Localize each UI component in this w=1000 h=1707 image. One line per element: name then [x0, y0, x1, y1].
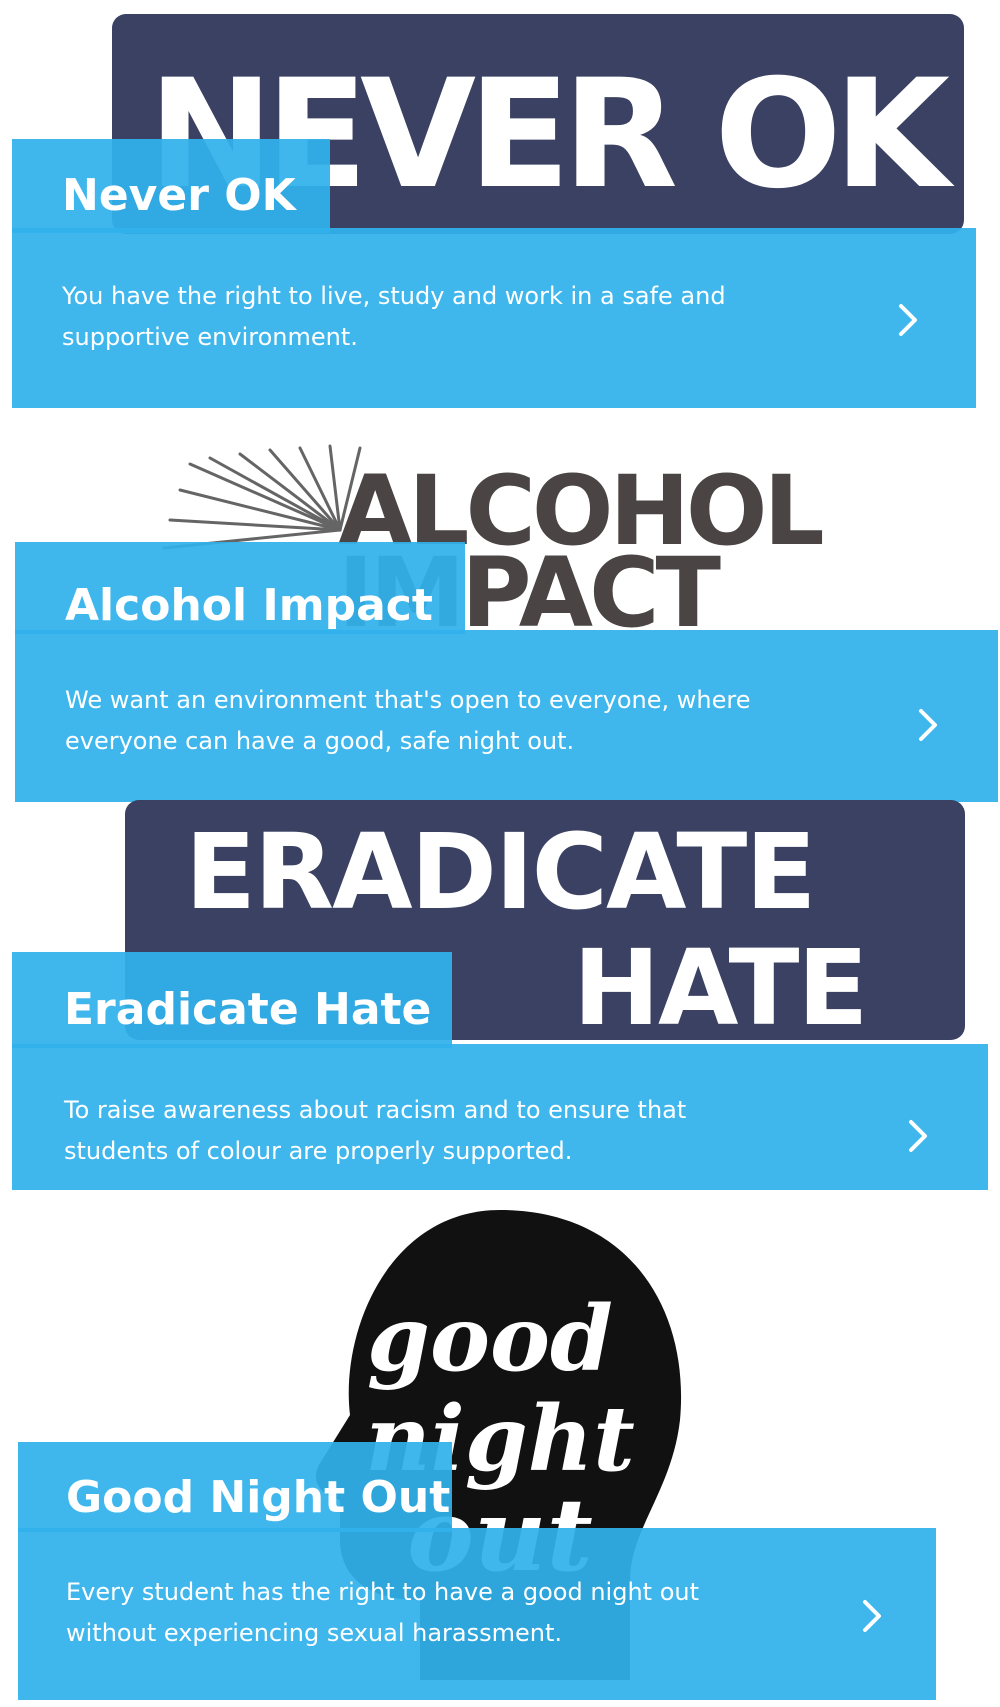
good-night-out-chevron-right-icon[interactable]: [842, 1586, 902, 1646]
eradicate-logo-line1: ERADICATE: [185, 811, 814, 933]
campaign-card-alcohol-impact[interactable]: ALCOHOL IMPACT Alcohol Impact We want an…: [0, 420, 1000, 802]
never-ok-description: You have the right to live, study and wo…: [62, 282, 726, 351]
never-ok-title[interactable]: Never OK: [62, 170, 296, 221]
campaign-card-eradicate-hate[interactable]: ERADICATE HATE Eradicate Hate To raise a…: [0, 800, 1000, 1200]
alcohol-impact-description: We want an environment that's open to ev…: [65, 686, 751, 755]
campaign-card-never-ok[interactable]: NEVER OK Never OK You have the right to …: [0, 0, 1000, 420]
alcohol-impact-chevron-right-icon[interactable]: [898, 695, 958, 755]
eradicate-hate-chevron-right-icon[interactable]: [888, 1106, 948, 1166]
good-night-out-title[interactable]: Good Night Out: [66, 1472, 450, 1523]
eradicate-hate-title[interactable]: Eradicate Hate: [64, 984, 431, 1035]
gno-logo-line1: good: [367, 1286, 613, 1392]
alcohol-impact-title[interactable]: Alcohol Impact: [65, 580, 433, 631]
never-ok-chevron-right-icon[interactable]: [878, 290, 938, 350]
eradicate-hate-description: To raise awareness about racism and to e…: [64, 1096, 687, 1165]
eradicate-logo-line2: HATE: [573, 927, 866, 1040]
campaign-card-good-night-out[interactable]: good night out Good Night Out Every stud…: [0, 1200, 1000, 1707]
good-night-out-description: Every student has the right to have a go…: [66, 1578, 699, 1647]
